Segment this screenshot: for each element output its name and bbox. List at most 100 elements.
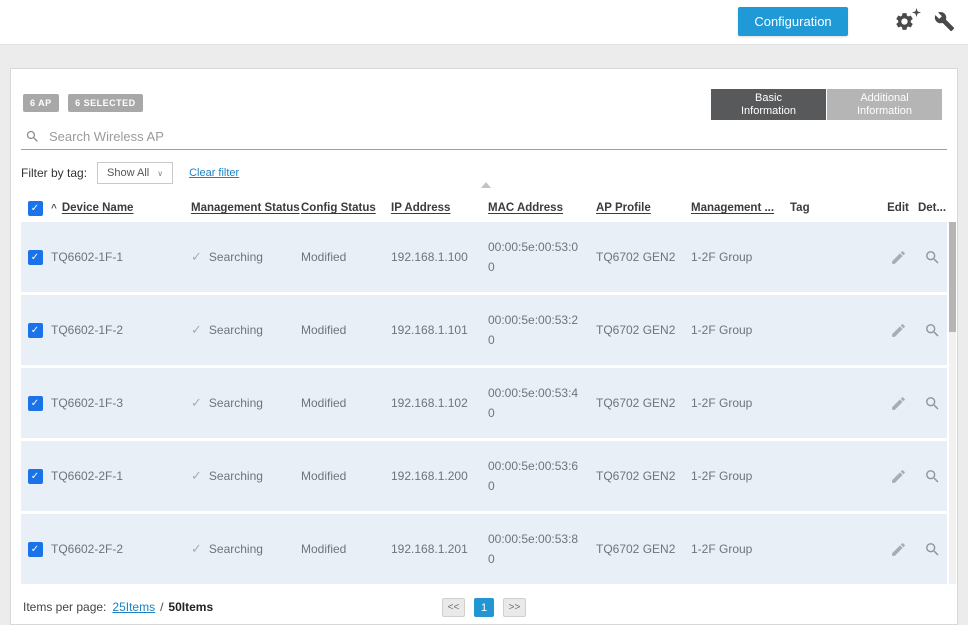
edit-button[interactable] (881, 468, 915, 485)
cell-management-group: 1-2F Group (689, 250, 788, 264)
edit-button[interactable] (881, 395, 915, 412)
count-badges: 6 AP 6 SELECTED (23, 93, 148, 112)
column-header-management-group[interactable]: Management ... (689, 202, 788, 214)
footer: Items per page: 25Items / 50Items << 1 >… (11, 590, 957, 624)
column-header-mac-address[interactable]: MAC Address (486, 202, 594, 214)
cell-ap-profile: TQ6702 GEN2 (594, 396, 689, 410)
cell-ip-address: 192.168.1.201 (389, 542, 486, 556)
tag-filter-dropdown[interactable]: Show All ∨ (97, 162, 173, 184)
pencil-icon (890, 249, 907, 266)
filter-by-tag-label: Filter by tag: (21, 166, 87, 180)
pagination-first-button[interactable]: << (442, 598, 465, 617)
select-all-checkbox[interactable] (28, 201, 43, 216)
filter-row: Filter by tag: Show All ∨ Clear filter (21, 162, 239, 184)
cell-ip-address: 192.168.1.102 (389, 396, 486, 410)
magnifier-icon (924, 468, 941, 485)
cell-management-status: Searching (189, 468, 299, 484)
table-row: TQ6602-1F-3 Searching Modified 192.168.1… (21, 368, 947, 438)
row-checkbox[interactable] (28, 250, 43, 265)
cell-management-group: 1-2F Group (689, 323, 788, 337)
status-check-icon (191, 395, 202, 411)
row-checkbox[interactable] (28, 469, 43, 484)
edit-button[interactable] (881, 322, 915, 339)
cell-ap-profile: TQ6702 GEN2 (594, 469, 689, 483)
cell-device-name: TQ6602-2F-2 (49, 542, 189, 556)
column-header-device-name[interactable]: ^ Device Name (49, 202, 189, 214)
star-badge-icon (912, 8, 921, 17)
column-header-ip-address[interactable]: IP Address (389, 202, 486, 214)
cell-management-status: Searching (189, 395, 299, 411)
cell-config-status: Modified (299, 323, 389, 337)
cell-management-group: 1-2F Group (689, 542, 788, 556)
cell-mac-address: 00:00:5e:00:53:80 (486, 529, 594, 569)
magnifier-icon (924, 249, 941, 266)
table-header: ^ Device Name Management Status Config S… (21, 196, 947, 220)
cell-config-status: Modified (299, 250, 389, 264)
tools-wrench-icon[interactable] (934, 11, 958, 35)
row-checkbox[interactable] (28, 323, 43, 338)
table-scrollbar[interactable] (949, 222, 956, 584)
status-check-icon (191, 541, 202, 557)
topbar: Configuration (0, 0, 968, 45)
column-header-details: Det... (918, 202, 946, 214)
row-checkbox[interactable] (28, 542, 43, 557)
magnifier-icon (924, 541, 941, 558)
cell-management-status: Searching (189, 249, 299, 265)
pencil-icon (890, 541, 907, 558)
edit-button[interactable] (881, 249, 915, 266)
cell-mac-address: 00:00:5e:00:53:20 (486, 310, 594, 350)
pencil-icon (890, 468, 907, 485)
cell-management-status: Searching (189, 322, 299, 338)
tab-basic-information[interactable]: Basic Information (711, 89, 826, 120)
selected-count-badge: 6 SELECTED (68, 94, 143, 112)
row-checkbox[interactable] (28, 396, 43, 411)
cell-config-status: Modified (299, 396, 389, 410)
tab-additional-information[interactable]: Additional Information (827, 89, 942, 120)
cell-device-name: TQ6602-1F-2 (49, 323, 189, 337)
search-input[interactable] (49, 129, 947, 144)
cell-ap-profile: TQ6702 GEN2 (594, 542, 689, 556)
cell-ap-profile: TQ6702 GEN2 (594, 323, 689, 337)
edit-button[interactable] (881, 541, 915, 558)
details-button[interactable] (915, 395, 949, 412)
pagination: << 1 >> (442, 598, 526, 617)
pagination-last-button[interactable]: >> (503, 598, 526, 617)
clear-filter-link[interactable]: Clear filter (189, 167, 239, 179)
details-button[interactable] (915, 541, 949, 558)
cell-device-name: TQ6602-1F-1 (49, 250, 189, 264)
cell-device-name: TQ6602-2F-1 (49, 469, 189, 483)
column-header-management-status[interactable]: Management Status (189, 202, 299, 214)
cell-ap-profile: TQ6702 GEN2 (594, 250, 689, 264)
configuration-button[interactable]: Configuration (738, 7, 848, 36)
status-check-icon (191, 322, 202, 338)
cell-mac-address: 00:00:5e:00:53:40 (486, 383, 594, 423)
column-header-ap-profile[interactable]: AP Profile (594, 202, 689, 214)
pencil-icon (890, 395, 907, 412)
wrench-icon (934, 11, 955, 32)
pencil-icon (890, 322, 907, 339)
details-button[interactable] (915, 322, 949, 339)
table-row: TQ6602-1F-1 Searching Modified 192.168.1… (21, 222, 947, 292)
cell-mac-address: 00:00:5e:00:53:00 (486, 237, 594, 277)
column-header-edit: Edit (887, 202, 909, 214)
details-button[interactable] (915, 468, 949, 485)
table-row: TQ6602-2F-2 Searching Modified 192.168.1… (21, 514, 947, 584)
cell-config-status: Modified (299, 542, 389, 556)
page-size-50-current[interactable]: 50Items (168, 600, 213, 614)
status-check-icon (191, 468, 202, 484)
table-row: TQ6602-2F-1 Searching Modified 192.168.1… (21, 441, 947, 511)
column-caret-decoration (481, 182, 491, 188)
pagination-page-1[interactable]: 1 (474, 598, 494, 617)
settings-gear-icon[interactable] (894, 11, 918, 35)
table-body: TQ6602-1F-1 Searching Modified 192.168.1… (21, 222, 947, 587)
page-size-25-link[interactable]: 25Items (112, 600, 155, 614)
scrollbar-thumb[interactable] (949, 222, 956, 332)
column-header-tag: Tag (788, 202, 881, 214)
items-per-page-label: Items per page: (23, 600, 106, 614)
column-header-config-status[interactable]: Config Status (299, 202, 389, 214)
cell-ip-address: 192.168.1.200 (389, 469, 486, 483)
details-button[interactable] (915, 249, 949, 266)
magnifier-icon (924, 322, 941, 339)
cell-device-name: TQ6602-1F-3 (49, 396, 189, 410)
cell-mac-address: 00:00:5e:00:53:60 (486, 456, 594, 496)
